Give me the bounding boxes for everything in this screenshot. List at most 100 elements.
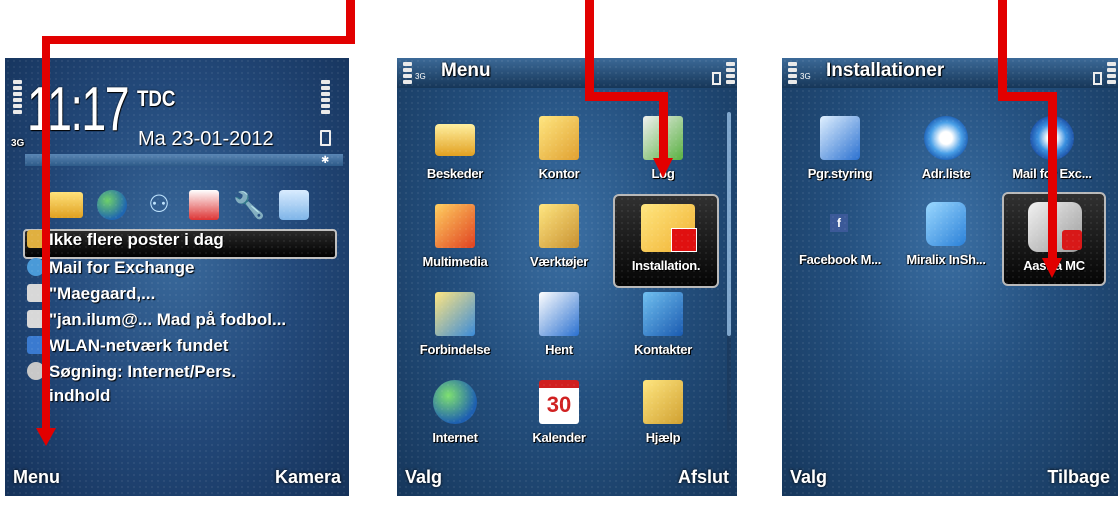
standby-screen: 3G 11:17 TDC Ma 23-01-2012 ✱ ⚇ 🔧 Ikke fl… bbox=[5, 58, 349, 496]
phone-installations-screen: 3G Installationer Pgr.styring Adr.liste … bbox=[782, 58, 1118, 496]
battery-level-icon bbox=[1107, 62, 1116, 86]
softkey-options[interactable]: Valg bbox=[790, 467, 827, 488]
notification-text: WLAN-netværk fundet bbox=[49, 336, 229, 355]
softkey-exit[interactable]: Afslut bbox=[678, 467, 729, 488]
menu-item-beskeder[interactable]: Beskeder bbox=[405, 110, 505, 198]
notification-calendar[interactable]: Ikke flere poster i dag bbox=[27, 230, 335, 256]
annotation-arrow-2-horizontal bbox=[585, 92, 667, 101]
scrollbar-thumb[interactable] bbox=[727, 112, 731, 336]
title-bar: 3G Menu bbox=[397, 58, 737, 88]
app-item-pgr-styring[interactable]: Pgr.styring bbox=[790, 110, 890, 198]
help-icon bbox=[643, 380, 683, 424]
menu-item-installationer[interactable]: Installation. bbox=[613, 194, 719, 288]
phone-standby-screen: 3G 11:17 TDC Ma 23-01-2012 ✱ ⚇ 🔧 Ikke fl… bbox=[5, 58, 349, 496]
menu-item-kontakter[interactable]: Kontakter bbox=[613, 286, 713, 374]
folder-media-icon bbox=[435, 204, 475, 248]
puzzle-icon bbox=[926, 202, 966, 246]
globe-icon bbox=[433, 380, 477, 424]
installations-screen: 3G Installationer Pgr.styring Adr.liste … bbox=[782, 58, 1118, 496]
softkey-camera[interactable]: Kamera bbox=[275, 467, 341, 488]
network-type-label: 3G bbox=[11, 138, 25, 149]
notification-text: Ikke flere poster i dag bbox=[49, 230, 224, 249]
signal-strength-icon bbox=[13, 80, 22, 116]
folder-pencil-icon bbox=[539, 116, 579, 160]
annotation-arrowhead-1 bbox=[36, 428, 56, 446]
install-badge-icon bbox=[671, 228, 697, 252]
aastra-badge-icon bbox=[1062, 230, 1082, 250]
folder-tools-icon bbox=[539, 204, 579, 248]
network-operator: TDC bbox=[137, 86, 176, 111]
menu-item-label: Internet bbox=[432, 430, 478, 445]
softkey-options[interactable]: Valg bbox=[405, 467, 442, 488]
annotation-arrow-2-vertical bbox=[659, 92, 668, 160]
wlan-shortcut-icon[interactable]: ⚇ bbox=[139, 192, 179, 218]
app-item-adr-liste[interactable]: Adr.liste bbox=[896, 110, 996, 198]
globe-shortcut-icon[interactable] bbox=[97, 190, 127, 220]
battery-icon bbox=[712, 72, 721, 85]
menu-item-label: Kontor bbox=[538, 166, 580, 181]
app-item-label: Pgr.styring bbox=[807, 166, 873, 181]
menu-item-label: Beskeder bbox=[426, 166, 484, 181]
messaging-shortcut-icon[interactable] bbox=[49, 192, 83, 218]
indicator-bar bbox=[25, 154, 343, 166]
app-manager-icon bbox=[820, 116, 860, 160]
app-item-label: Miralix InSh... bbox=[906, 252, 986, 267]
envelope-icon bbox=[435, 124, 475, 156]
folder-install-icon bbox=[641, 204, 697, 252]
menu-item-hent[interactable]: Hent bbox=[509, 286, 609, 374]
app-item-miralix[interactable]: Miralix InSh... bbox=[896, 196, 996, 284]
notification-mail-exchange[interactable]: Mail for Exchange bbox=[27, 258, 335, 284]
annotation-arrow-3-vertical bbox=[1048, 92, 1057, 262]
menu-item-multimedia[interactable]: Multimedia bbox=[405, 198, 505, 286]
menu-item-vaerktoejer[interactable]: Værktøjer bbox=[509, 198, 609, 286]
tools-shortcut-icon[interactable]: 🔧 bbox=[233, 190, 265, 220]
menu-item-kontor[interactable]: Kontor bbox=[509, 110, 609, 198]
menu-item-hjaelp[interactable]: Hjælp bbox=[613, 374, 713, 462]
address-sync-icon bbox=[924, 116, 968, 160]
shortcut-bar: ⚇ 🔧 bbox=[49, 188, 317, 224]
softkey-menu[interactable]: Menu bbox=[13, 467, 60, 488]
notification-text: Søgning: Internet/Pers. bbox=[49, 362, 237, 381]
annotation-arrow-3 bbox=[998, 0, 1007, 100]
softkey-back[interactable]: Tilbage bbox=[1047, 467, 1110, 488]
calendar-shortcut-icon[interactable] bbox=[279, 190, 309, 220]
notification-message-1[interactable]: "Maegaard,... bbox=[27, 284, 335, 310]
menu-item-label: Kalender bbox=[532, 430, 586, 445]
scrollbar[interactable] bbox=[727, 112, 731, 432]
folder-connect-icon bbox=[435, 292, 475, 336]
page-title: Installationer bbox=[826, 60, 945, 81]
menu-item-forbindelse[interactable]: Forbindelse bbox=[405, 286, 505, 374]
network-type-label: 3G bbox=[800, 72, 811, 81]
calendar-icon: 30 bbox=[539, 380, 579, 424]
menu-item-label: Hent bbox=[545, 342, 573, 357]
notification-wlan[interactable]: WLAN-netværk fundet bbox=[27, 336, 335, 362]
facebook-icon: f bbox=[830, 214, 848, 232]
date-label: Ma 23-01-2012 bbox=[138, 128, 274, 150]
app-item-facebook[interactable]: f Facebook M... bbox=[790, 196, 890, 284]
battery-icon bbox=[1093, 72, 1102, 85]
app-item-label: Adr.liste bbox=[921, 166, 971, 181]
notes-shortcut-icon[interactable] bbox=[189, 190, 219, 220]
annotation-arrow-1-vertical bbox=[42, 36, 50, 432]
menu-item-kalender[interactable]: 30 Kalender bbox=[509, 374, 609, 462]
app-item-label: Facebook M... bbox=[798, 252, 882, 267]
signal-strength-icon bbox=[788, 62, 797, 86]
notification-search-continued: indhold bbox=[49, 386, 335, 412]
menu-item-internet[interactable]: Internet bbox=[405, 374, 505, 462]
installations-grid: Pgr.styring Adr.liste Mail for Exc... f … bbox=[790, 110, 1110, 290]
network-type-label: 3G bbox=[415, 72, 426, 81]
menu-item-label: Multimedia bbox=[422, 254, 488, 269]
notification-text: Mail for Exchange bbox=[49, 258, 195, 277]
menu-screen: 3G Menu Beskeder Kontor Log Multimedia V… bbox=[397, 58, 737, 496]
notification-search[interactable]: Søgning: Internet/Pers. bbox=[27, 362, 335, 388]
battery-level-icon bbox=[726, 62, 735, 86]
bluetooth-icon: ✱ bbox=[321, 155, 330, 166]
menu-item-label: Værktøjer bbox=[530, 254, 588, 269]
notification-text: "Maegaard,... bbox=[49, 284, 156, 303]
phone-menu-screen: 3G Menu Beskeder Kontor Log Multimedia V… bbox=[397, 58, 737, 496]
notification-message-2[interactable]: "jan.ilum@... Mad på fodbol... bbox=[27, 310, 335, 336]
battery-icon bbox=[320, 130, 331, 146]
signal-strength-icon bbox=[403, 62, 412, 86]
battery-level-icon bbox=[321, 80, 330, 116]
download-icon bbox=[539, 292, 579, 336]
